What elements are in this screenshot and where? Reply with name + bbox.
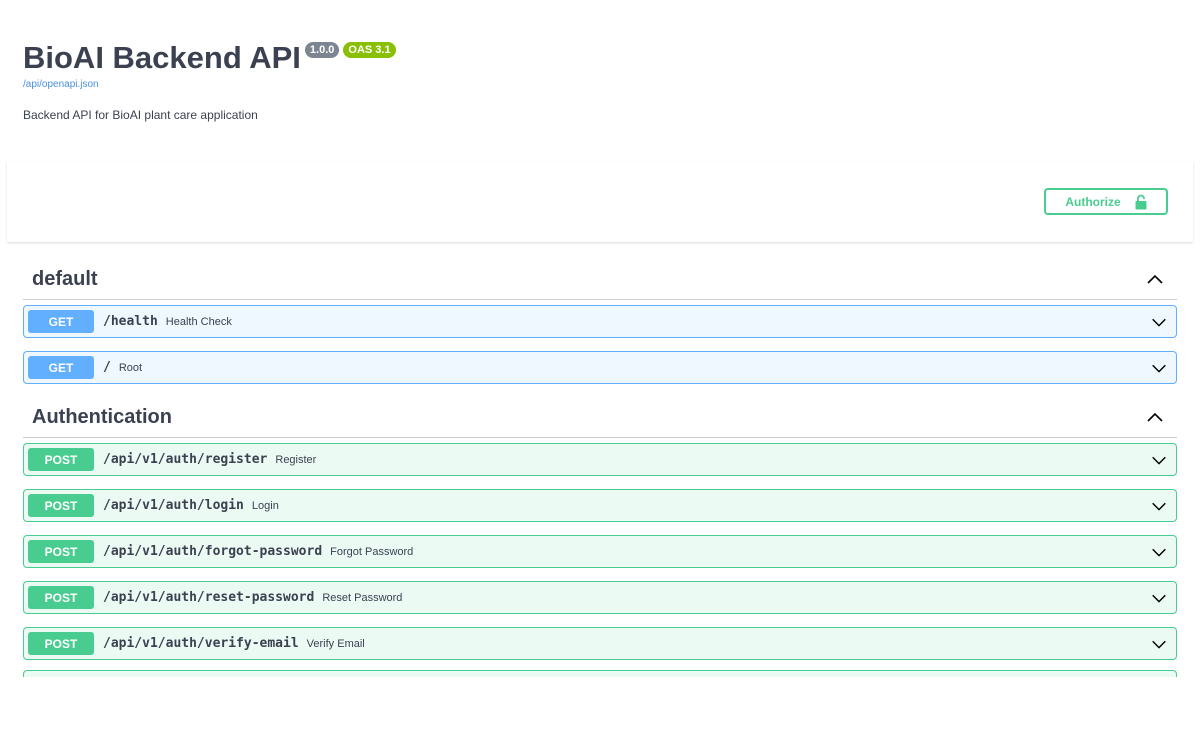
- operation-summary: Root: [118, 361, 143, 374]
- chevron-down-icon[interactable]: [1150, 589, 1168, 607]
- operation-summary: Health Check: [165, 315, 232, 328]
- operation-summary: Forgot Password: [330, 545, 414, 558]
- operation-post-login[interactable]: POST /api/v1/auth/login Login: [23, 489, 1177, 522]
- tag-section-authentication: Authentication POST /api/v1/auth/registe…: [23, 398, 1177, 677]
- operation-post-verify-email[interactable]: POST /api/v1/auth/verify-email Verify Em…: [23, 627, 1177, 660]
- openapi-spec-link[interactable]: /api/openapi.json: [23, 79, 396, 90]
- version-badge: 1.0.0: [304, 42, 340, 58]
- oas-badge: OAS 3.1: [343, 42, 396, 58]
- operation-post-register[interactable]: POST /api/v1/auth/register Register: [23, 443, 1177, 476]
- operation-path: /: [103, 360, 111, 375]
- operation-path: /api/v1/auth/login: [103, 498, 244, 513]
- operation-post-reset-password[interactable]: POST /api/v1/auth/reset-password Reset P…: [23, 581, 1177, 614]
- operation-summary: Login: [251, 499, 279, 512]
- page-title: BioAI Backend API: [23, 40, 301, 75]
- tag-name: default: [32, 268, 98, 290]
- operation-get-health[interactable]: GET /health Health Check: [23, 305, 1177, 338]
- operation-post-partial[interactable]: [23, 670, 1177, 677]
- api-description: Backend API for BioAI plant care applica…: [23, 108, 258, 122]
- tag-header-default[interactable]: default: [23, 260, 1177, 300]
- chevron-up-icon[interactable]: [1145, 270, 1165, 290]
- chevron-down-icon[interactable]: [1150, 543, 1168, 561]
- operation-path: /health: [103, 314, 158, 329]
- method-badge: GET: [28, 356, 94, 379]
- method-badge: POST: [28, 586, 94, 609]
- operation-summary: Verify Email: [306, 637, 365, 650]
- title-row: BioAI Backend API 1.0.0 OAS 3.1: [23, 38, 396, 78]
- tag-name: Authentication: [32, 406, 172, 428]
- tag-section-default: default GET /health Health Check GET / R…: [23, 260, 1177, 384]
- chevron-down-icon[interactable]: [1150, 451, 1168, 469]
- operation-path: /api/v1/auth/register: [103, 452, 268, 467]
- operation-summary: Register: [275, 453, 317, 466]
- authorize-label: Authorize: [1065, 194, 1121, 209]
- api-info: BioAI Backend API 1.0.0 OAS 3.1 /api/ope…: [23, 38, 396, 90]
- method-badge: POST: [28, 494, 94, 517]
- method-badge: POST: [28, 632, 94, 655]
- operation-path: /api/v1/auth/reset-password: [103, 590, 315, 605]
- chevron-up-icon[interactable]: [1145, 408, 1165, 428]
- operation-path: /api/v1/auth/verify-email: [103, 636, 299, 651]
- operation-summary: Reset Password: [322, 591, 403, 604]
- method-badge: GET: [28, 310, 94, 333]
- tag-header-authentication[interactable]: Authentication: [23, 398, 1177, 438]
- method-badge: POST: [28, 540, 94, 563]
- chevron-down-icon[interactable]: [1150, 635, 1168, 653]
- authorize-button[interactable]: Authorize: [1044, 188, 1168, 215]
- scheme-container: Authorize: [7, 162, 1193, 242]
- operation-path: /api/v1/auth/forgot-password: [103, 544, 323, 559]
- chevron-down-icon[interactable]: [1150, 497, 1168, 515]
- method-badge: POST: [28, 448, 94, 471]
- lock-open-icon: [1135, 194, 1147, 209]
- chevron-down-icon[interactable]: [1150, 359, 1168, 377]
- operation-get-root[interactable]: GET / Root: [23, 351, 1177, 384]
- operation-post-forgot-password[interactable]: POST /api/v1/auth/forgot-password Forgot…: [23, 535, 1177, 568]
- chevron-down-icon[interactable]: [1150, 313, 1168, 331]
